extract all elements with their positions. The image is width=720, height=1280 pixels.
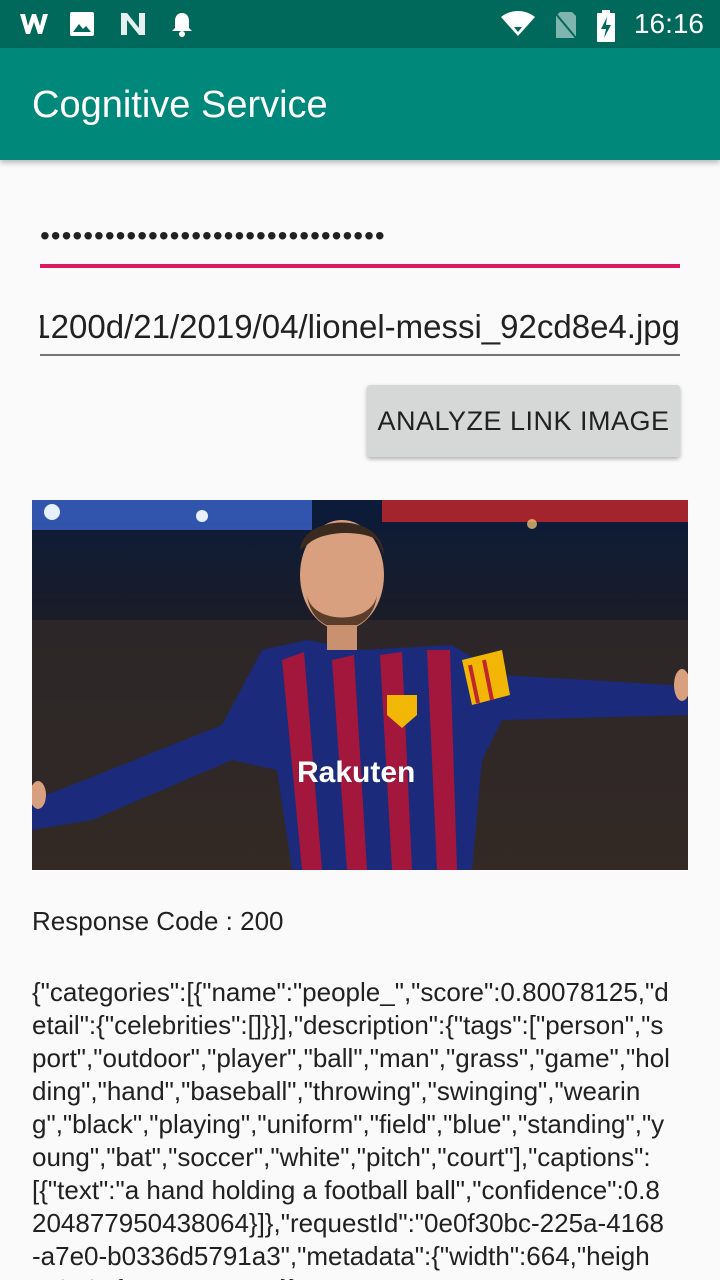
subscription-key-field[interactable]: •••••••••••••••••••••••••••••••• [40, 210, 680, 268]
image-url-value: https://i2-prod.mirror.co.uk/incoming/ar… [40, 308, 680, 345]
response-code-label: Response Code : 200 [32, 906, 284, 936]
image-url-field[interactable]: https://i2-prod.mirror.co.uk/incoming/ar… [40, 300, 680, 356]
image-icon [68, 10, 98, 38]
no-sim-icon [554, 10, 578, 39]
app-bar: Cognitive Service [0, 48, 720, 160]
analyzed-image: Rakuten [32, 500, 688, 870]
battery-charging-icon [596, 10, 616, 42]
n-app-icon [118, 10, 148, 38]
status-bar-system: 16:16 [500, 6, 704, 42]
w-app-icon [18, 10, 48, 38]
svg-text:Rakuten: Rakuten [297, 756, 415, 789]
response-json-text: {"categories":[{"name":"people_","score"… [32, 977, 670, 1280]
status-bar-notifications [18, 10, 198, 38]
subscription-key-value: •••••••••••••••••••••••••••••••• [40, 220, 386, 251]
status-time: 16:16 [633, 8, 704, 39]
app-title: Cognitive Service [32, 84, 328, 126]
status-bar: 16:16 [0, 0, 720, 48]
analyze-link-image-button[interactable]: ANALYZE LINK IMAGE [367, 385, 680, 457]
notification-bell-icon [168, 10, 198, 38]
wifi-icon [500, 10, 536, 38]
